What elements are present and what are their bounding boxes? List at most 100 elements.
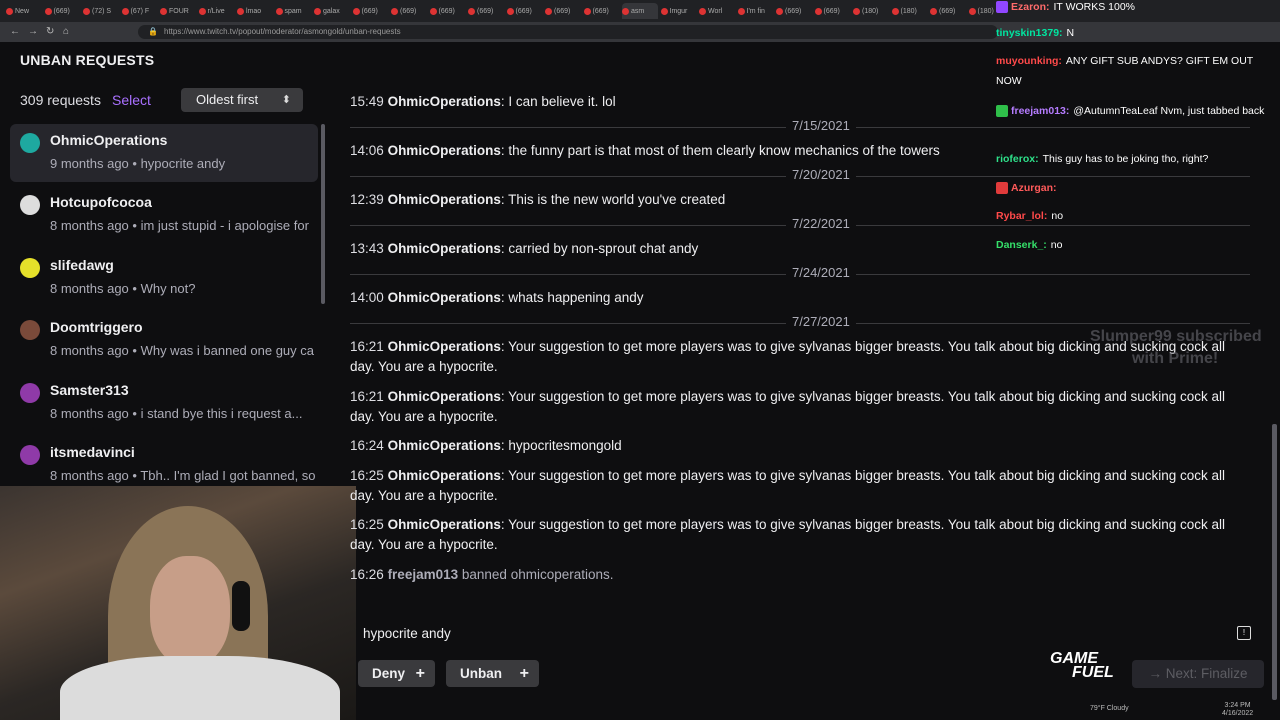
request-item[interactable]: Hotcupofcocoa 8 months ago • im just stup… <box>10 186 318 244</box>
chat-log-scrollbar[interactable] <box>1272 424 1277 700</box>
request-time: 8 months ago <box>50 468 129 483</box>
sort-dropdown[interactable]: Oldest first ⬍ <box>181 88 303 112</box>
request-preview: Tbh.. I'm glad I got banned, so <box>140 468 316 483</box>
avatar <box>20 195 40 216</box>
browser-tab[interactable]: (669) <box>352 3 389 19</box>
report-icon[interactable]: ! <box>1237 626 1251 640</box>
overlay-chat-line: tinyskin1379: N <box>996 23 1276 43</box>
deny-label: Deny <box>372 666 406 681</box>
avatar <box>20 257 40 278</box>
browser-tab[interactable]: (669) <box>468 3 504 19</box>
webcam-shirt <box>60 656 340 720</box>
browser-tab[interactable]: Imgur <box>660 3 697 19</box>
message-time: 16:25 <box>350 517 384 532</box>
message-time: 14:06 <box>350 143 384 158</box>
tab-label: Imgur <box>669 7 688 15</box>
overlay-username: freejam013: <box>1011 105 1070 117</box>
tab-label: FOUR <box>169 7 189 15</box>
browser-tab[interactable]: (669) <box>814 3 851 19</box>
tab-favicon-icon <box>6 7 13 15</box>
browser-tab[interactable]: (669) <box>583 3 620 19</box>
tab-favicon-icon <box>391 7 398 15</box>
request-item[interactable]: OhmicOperations 9 months ago • hypocrite … <box>10 124 318 182</box>
browser-tab[interactable]: New <box>6 3 42 19</box>
request-preview: i stand bye this i request a... <box>140 405 303 421</box>
forward-icon[interactable]: → <box>28 26 38 37</box>
url-text: https://www.twitch.tv/popout/moderator/a… <box>164 27 401 36</box>
browser-tab[interactable]: (669) <box>429 3 466 19</box>
back-icon[interactable]: ← <box>10 26 20 37</box>
message-user: freejam013 <box>387 567 459 582</box>
request-list-scrollbar[interactable] <box>321 124 325 304</box>
unban-button[interactable]: Unban + <box>446 660 539 687</box>
chat-message: 14:00 OhmicOperations: whats happening a… <box>350 288 1250 308</box>
request-username: slifedawg <box>50 256 114 273</box>
message-user: OhmicOperations <box>387 143 501 158</box>
browser-tab[interactable]: r/Live <box>198 3 235 19</box>
overlay-message: N <box>1066 27 1075 39</box>
browser-tab[interactable]: (669) <box>391 3 427 19</box>
select-link[interactable]: Select <box>112 92 151 108</box>
chat-message: 16:24 OhmicOperations: hypocritesmongold <box>350 436 1250 456</box>
avatar <box>20 320 40 341</box>
browser-tab[interactable]: (669) <box>506 3 543 19</box>
browser-tab[interactable]: (180) <box>853 3 889 19</box>
tab-favicon-icon <box>622 7 629 15</box>
browser-tab[interactable]: (669) <box>44 3 81 19</box>
message-user: OhmicOperations <box>387 468 501 483</box>
request-username: Doomtriggero <box>50 319 143 336</box>
message-text: hypocritesmongold <box>508 438 622 453</box>
deny-button[interactable]: Deny + <box>358 660 435 687</box>
home-icon[interactable]: ⌂ <box>63 26 69 37</box>
request-preview: Why was i banned one guy ca <box>140 343 314 359</box>
webcam-face <box>150 556 230 666</box>
tab-label: (669) <box>939 7 956 15</box>
browser-tab[interactable]: I'm fin <box>737 3 774 19</box>
request-text: hypocrite andy <box>363 626 451 641</box>
browser-tab[interactable]: spam <box>275 3 312 19</box>
bullet-separator: • <box>128 343 141 359</box>
tab-favicon-icon <box>83 7 90 15</box>
browser-tab[interactable]: Worl <box>699 3 735 19</box>
unban-label: Unban <box>460 666 502 681</box>
url-field[interactable]: 🔒 https://www.twitch.tv/popout/moderator… <box>138 25 998 39</box>
browser-tab[interactable]: (72) S <box>83 3 119 19</box>
bullet-separator: • <box>128 218 141 234</box>
request-item[interactable]: slifedawg 8 months ago • Why not? <box>10 249 318 307</box>
date-separator: 7/24/2021 <box>350 265 1250 281</box>
overlay-username: Azurgan: <box>1011 182 1057 194</box>
overlay-message: IT WORKS 100% <box>1053 1 1136 13</box>
sort-chevron-icon: ⬍ <box>281 94 291 106</box>
request-username: itsmedavinci <box>50 444 135 460</box>
reload-icon[interactable]: ↻ <box>46 26 54 37</box>
tab-favicon-icon <box>853 7 860 15</box>
finalize-button[interactable]: → Next: Finalize <box>1132 660 1264 688</box>
browser-tab[interactable]: (669) <box>545 3 581 19</box>
request-item[interactable]: Doomtriggero 8 months ago • Why was i ban… <box>10 311 318 369</box>
sort-label: Oldest first <box>196 92 259 107</box>
avatar <box>20 382 40 403</box>
browser-tab[interactable]: asm <box>622 3 658 19</box>
message-text: the funny part is that most of them clea… <box>508 143 940 158</box>
arrow-right-icon: → <box>1148 666 1162 681</box>
request-time: 8 months ago <box>50 280 129 296</box>
browser-tab[interactable]: (669) <box>930 3 966 19</box>
browser-tab[interactable]: (67) F <box>121 3 158 19</box>
request-meta: 8 months ago • Tbh.. I'm glad I got bann… <box>50 468 330 483</box>
message-user: OhmicOperations <box>387 241 501 256</box>
browser-tab[interactable]: galax <box>314 3 350 19</box>
tab-label: asm <box>631 7 645 15</box>
request-time: 9 months ago <box>50 156 129 171</box>
browser-tab[interactable]: FOUR <box>160 3 196 19</box>
plus-icon: + <box>415 665 425 682</box>
request-item[interactable]: Samster313 8 months ago • i stand bye thi… <box>10 374 318 432</box>
browser-tab[interactable]: (669) <box>776 3 812 19</box>
browser-tab[interactable]: lmao <box>237 3 273 19</box>
overlay-username: Ezaron: <box>1011 1 1050 13</box>
browser-tab[interactable]: (180) <box>891 3 928 19</box>
tab-label: (669) <box>53 7 70 15</box>
tab-label: I'm fin <box>746 7 765 15</box>
overlay-message: no <box>1050 239 1063 251</box>
logo-line-2: FUEL <box>1072 664 1114 681</box>
overlay-username: Danserk_: <box>996 239 1047 251</box>
